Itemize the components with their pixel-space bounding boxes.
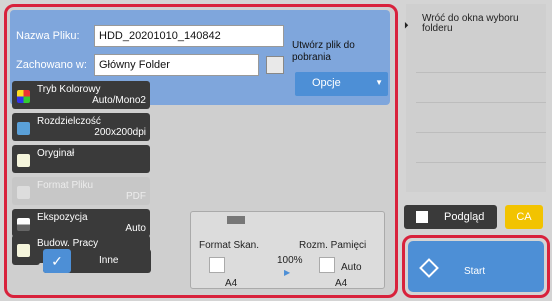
start-icon [419,258,439,278]
preview-icon [416,211,428,223]
memory-size-value: A4 [335,278,348,289]
arrow-right-icon: ▶ [284,268,291,277]
color-mode-button[interactable]: Tryb Kolorowy Auto/Mono2 [12,81,150,109]
checkmark-icon[interactable]: ✓ [43,249,71,273]
original-icon [17,154,30,167]
folder-list-divider [416,102,546,103]
resolution-icon [17,122,30,135]
file-format-icon [17,186,30,199]
folder-list-panel: ⏵ Wróć do okna wyboru folderu [404,4,548,192]
start-label: Start [464,266,486,277]
saved-in-label: Zachowano w: [16,59,87,71]
memory-document-icon [319,257,335,273]
folder-list-divider [416,72,546,73]
filename-label: Nazwa Pliku: [16,30,80,42]
back-to-folder-button[interactable]: ⏵ Wróć do okna wyboru folderu [404,8,548,48]
back-arrow-icon: ⏵ [404,20,409,30]
auto-label: Auto [341,262,362,273]
original-button[interactable]: Oryginał [12,145,150,173]
ratio-value: 100% [277,255,303,266]
color-mode-icon [17,90,30,103]
other-label: Inne [99,255,119,266]
folder-list-divider [416,132,546,133]
start-highlight: Start [402,235,550,298]
exposure-icon [17,218,30,231]
scan-settings-panel: Nazwa Pliku: HDD_20201010_140842 Zachowa… [4,4,398,298]
create-file-label: Utwórz plik do pobrania [292,40,355,63]
resolution-button[interactable]: Rozdzielczość 200x200dpi [12,113,150,141]
filename-field[interactable]: HDD_20201010_140842 [94,25,284,47]
scanner-icon [227,216,245,224]
chevron-down-icon: ▼ [375,78,383,87]
scan-size-value: A4 [225,278,238,289]
start-button[interactable]: Start [408,241,544,292]
memory-size-label: Rozm. Pamięci [299,240,367,251]
clear-all-button[interactable]: CA [505,205,543,229]
create-file-checkbox[interactable] [266,56,284,74]
job-build-icon [17,244,30,257]
preview-button[interactable]: Podgląd [404,205,497,229]
folder-list-divider [416,162,546,163]
options-label: Opcje [312,77,341,89]
scan-format-label: Format Skan. [199,240,260,251]
scan-document-icon [209,257,225,273]
file-format-button: Format Pliku PDF [12,177,150,205]
folder-field[interactable]: Główny Folder [94,54,259,76]
scan-size-panel: Format Skan. Rozm. Pamięci 100% ▶ Auto A… [190,211,385,289]
back-label: Wróć do okna wyboru folderu [422,13,519,34]
options-dropdown[interactable]: Opcje ▼ [295,72,388,96]
exposure-button[interactable]: Ekspozycja Auto [12,209,150,237]
preview-label: Podgląd [444,211,485,223]
